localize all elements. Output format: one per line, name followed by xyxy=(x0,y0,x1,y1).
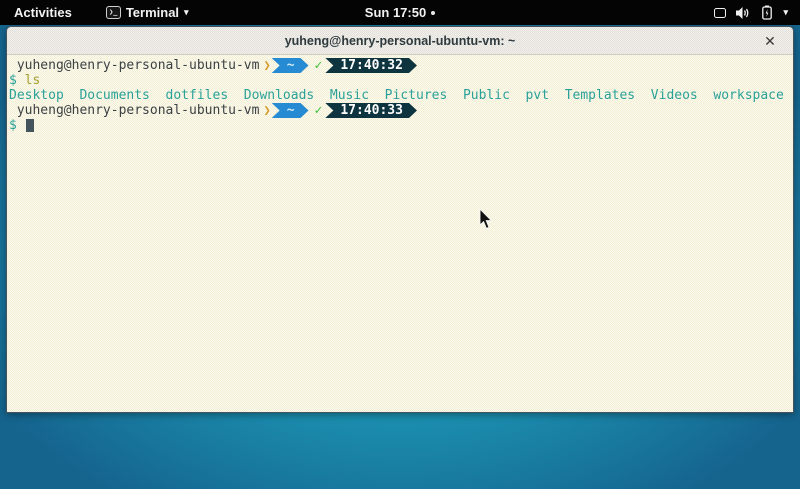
notification-dot-icon xyxy=(431,11,435,15)
status-check-icon: ✓ xyxy=(315,103,323,118)
battery-charging-icon xyxy=(760,5,774,20)
top-bar-left: Activities ❯_ Terminal ▾ xyxy=(0,5,189,20)
prompt-symbol: $ xyxy=(9,118,25,133)
time-segment: 17:40:33 xyxy=(325,103,417,118)
system-tray-menu[interactable]: ▾ xyxy=(710,0,792,25)
prompt-user-host: yuheng@henry-personal-ubuntu-vm xyxy=(9,58,259,73)
terminal-line: $ xyxy=(9,118,791,133)
terminal-app-icon: ❯_ xyxy=(106,6,121,19)
terminal-line: yuheng@henry-personal-ubuntu-vm ❯~ ✓17:40:… xyxy=(9,103,791,118)
terminal-line: $ ls xyxy=(9,73,791,88)
ls-output-directories: Desktop Documents dotfiles Downloads Mus… xyxy=(9,88,784,103)
clock-button[interactable]: Sun 17:50 xyxy=(365,5,426,20)
terminal-line: Desktop Documents dotfiles Downloads Mus… xyxy=(9,88,791,103)
activities-button[interactable]: Activities xyxy=(10,5,76,20)
terminal-window: yuheng@henry-personal-ubuntu-vm: ~ ✕ yuh… xyxy=(6,26,794,413)
terminal-cursor xyxy=(26,119,34,132)
chevron-down-icon: ▾ xyxy=(783,8,788,17)
powerline-prompt: ❯~ ✓17:40:33 xyxy=(259,103,417,118)
status-check-icon: ✓ xyxy=(315,58,323,73)
top-bar: Activities ❯_ Terminal ▾ Sun 17:50 ▾ xyxy=(0,0,800,25)
command-text: ls xyxy=(25,73,41,88)
close-icon[interactable]: ✕ xyxy=(761,32,779,50)
chevron-right-icon: ❯ xyxy=(263,58,270,73)
terminal-content[interactable]: yuheng@henry-personal-ubuntu-vm❯~✓17:40:… xyxy=(7,55,793,413)
chevron-down-icon: ▾ xyxy=(184,8,189,17)
window-title: yuheng@henry-personal-ubuntu-vm: ~ xyxy=(285,34,516,48)
cwd-segment: ~ xyxy=(272,58,309,73)
window-titlebar[interactable]: yuheng@henry-personal-ubuntu-vm: ~ ✕ xyxy=(7,27,793,55)
terminal-line: yuheng@henry-personal-ubuntu-vm ❯~ ✓17:40:… xyxy=(9,58,791,73)
display-icon xyxy=(714,8,726,18)
cwd-segment: ~ xyxy=(272,103,309,118)
app-menu-terminal[interactable]: ❯_ Terminal ▾ xyxy=(106,5,189,20)
time-segment: 17:40:32 xyxy=(325,58,417,73)
volume-icon xyxy=(735,6,751,20)
prompt-user-host: yuheng@henry-personal-ubuntu-vm xyxy=(9,103,259,118)
mouse-cursor xyxy=(479,209,494,230)
chevron-right-icon: ❯ xyxy=(263,103,270,118)
app-menu-label: Terminal xyxy=(126,5,179,20)
powerline-prompt: ❯~ ✓17:40:32 xyxy=(259,58,417,73)
prompt-symbol: $ xyxy=(9,73,25,88)
